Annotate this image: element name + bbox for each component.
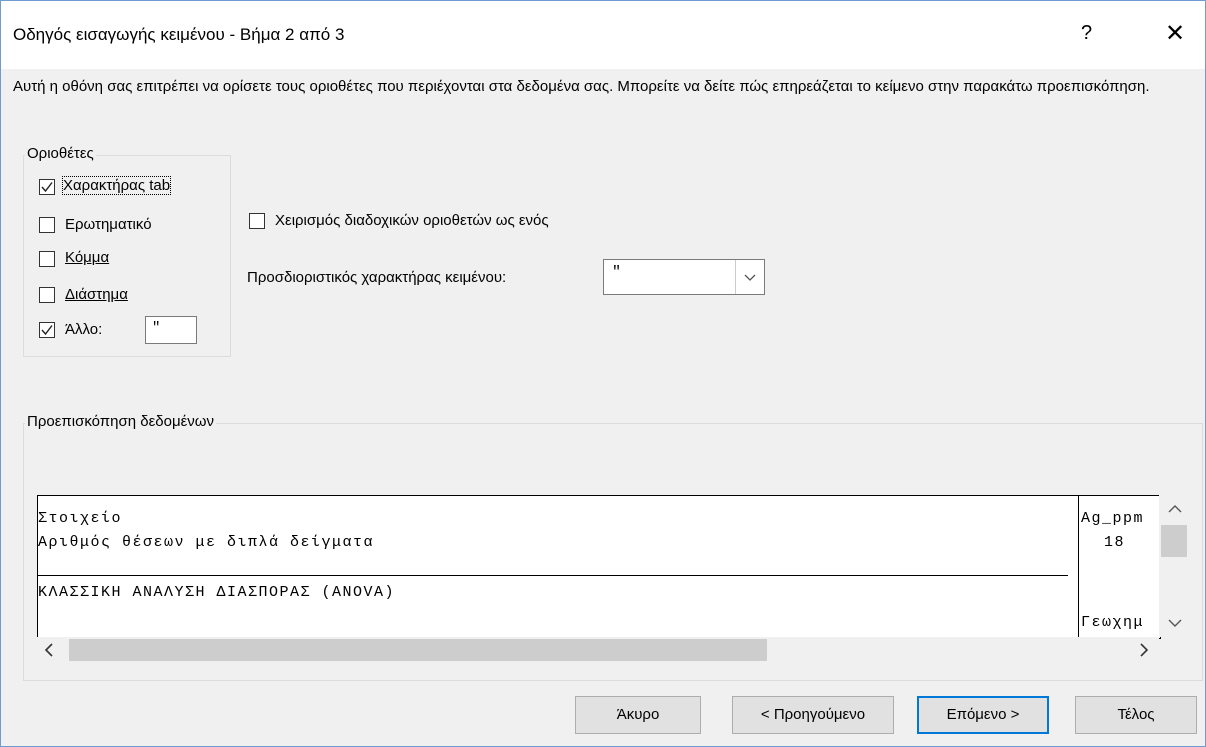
scroll-down-icon xyxy=(1168,619,1182,627)
horizontal-scroll-thumb xyxy=(69,639,767,661)
preview-legend: Προεπισκόπηση δεδομένων xyxy=(25,413,217,430)
space-checkbox-label[interactable]: Διάστημα xyxy=(65,286,128,303)
consecutive-delimiters-checkbox[interactable] xyxy=(249,213,265,229)
tab-checkbox[interactable] xyxy=(39,179,55,195)
data-preview-pane[interactable]: Στοιχείο Αριθμός θέσεων με διπλά δείγματ… xyxy=(37,495,1161,639)
semicolon-checkbox[interactable] xyxy=(39,217,55,233)
checkmark-icon xyxy=(41,325,53,336)
semicolon-checkbox-label[interactable]: Ερωτηματικό xyxy=(65,216,152,233)
text-import-wizard-dialog: Οδηγός εισαγωγής κειμένου - Βήμα 2 από 3… xyxy=(0,0,1206,747)
cancel-button[interactable]: Άκυρο xyxy=(575,696,701,734)
preview-row-6-col-2: Γεωχημ xyxy=(1081,614,1145,631)
text-qualifier-value: " xyxy=(612,264,622,281)
title-bar: Οδηγός εισαγωγής κειμένου - Βήμα 2 από 3… xyxy=(1,1,1205,69)
preview-vertical-scrollbar[interactable] xyxy=(1159,495,1191,637)
preview-horizontal-scrollbar[interactable] xyxy=(37,637,1159,663)
delimiters-legend: Οριοθέτες xyxy=(25,145,96,162)
finish-button[interactable]: Τέλος xyxy=(1075,696,1197,734)
consecutive-delimiters-label[interactable]: Χειρισμός διαδοχικών οριοθετών ως ενός xyxy=(275,212,549,229)
comma-checkbox[interactable] xyxy=(39,251,55,267)
preview-row-1-col-2: Ag_ppm xyxy=(1081,510,1145,527)
scroll-left-icon xyxy=(44,643,53,657)
scroll-right-icon xyxy=(1140,643,1149,657)
other-checkbox-label[interactable]: Άλλο: xyxy=(65,321,102,338)
description-text: Αυτή η οθόνη σας επιτρέπει να ορίσετε το… xyxy=(13,78,1150,95)
preview-row-2-col-1: Αριθμός θέσεων με διπλά δείγματα xyxy=(38,534,375,551)
space-checkbox[interactable] xyxy=(39,287,55,303)
comma-checkbox-label[interactable]: Κόμμα xyxy=(65,249,109,266)
close-button[interactable]: ✕ xyxy=(1165,19,1185,48)
chevron-down-icon xyxy=(744,274,756,281)
dropdown-button[interactable] xyxy=(735,260,764,294)
other-delimiter-input[interactable]: " xyxy=(145,316,197,344)
help-button[interactable]: ? xyxy=(1081,22,1092,45)
dialog-title: Οδηγός εισαγωγής κειμένου - Βήμα 2 από 3 xyxy=(13,25,345,44)
scroll-thumb xyxy=(1161,525,1187,557)
preview-row-1-col-1: Στοιχείο xyxy=(38,510,123,527)
back-button[interactable]: < Προηγούμενο xyxy=(732,696,894,734)
other-checkbox[interactable] xyxy=(39,322,55,338)
scroll-up-icon xyxy=(1168,505,1182,513)
next-button[interactable]: Επόμενο > xyxy=(917,696,1049,734)
checkmark-icon xyxy=(41,182,53,193)
text-qualifier-label: Προσδιοριστικός χαρακτήρας κειμένου: xyxy=(247,269,507,286)
tab-checkbox-label[interactable]: Χαρακτήρας tab xyxy=(61,176,172,195)
preview-column-divider xyxy=(1078,496,1079,638)
text-qualifier-select[interactable]: " xyxy=(603,259,765,295)
preview-row-4-col-1: ΚΛΑΣΣΙΚΗ ΑΝΑΛΥΣΗ ΔΙΑΣΠΟΡΑΣ (ANOVA) xyxy=(38,584,396,601)
preview-row-2-col-2: 18 xyxy=(1104,534,1126,551)
preview-separator-line xyxy=(38,575,1068,576)
